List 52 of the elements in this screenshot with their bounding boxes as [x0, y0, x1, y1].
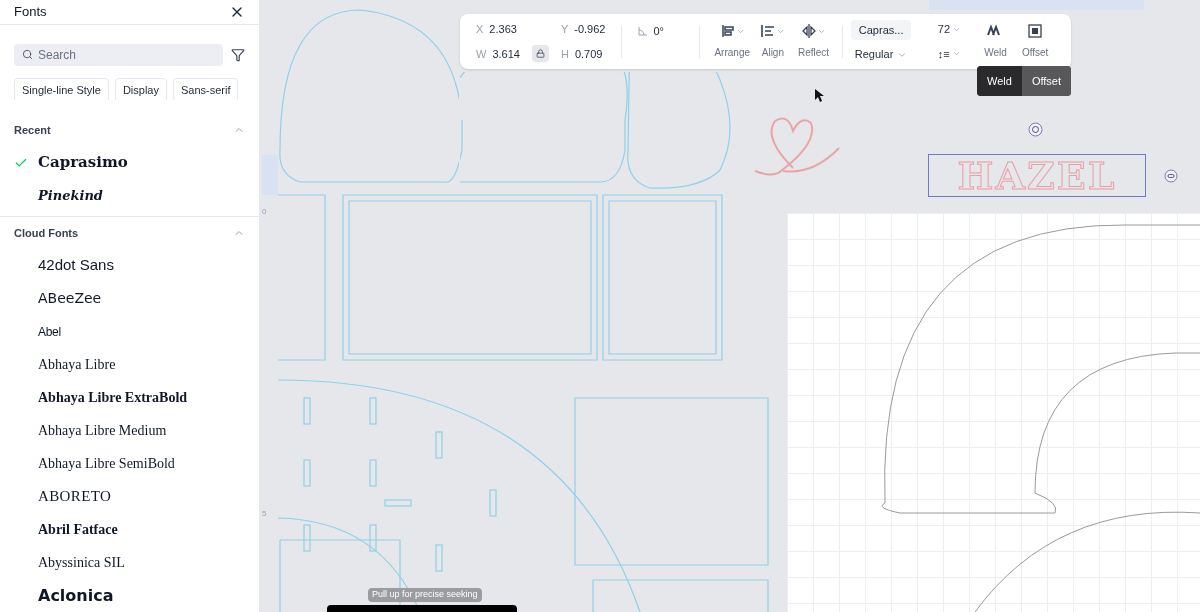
font-list-item[interactable]: Abhaya Libre	[0, 348, 259, 381]
offset-icon	[1027, 23, 1044, 39]
reflect-icon	[801, 23, 818, 39]
angle-icon	[638, 26, 648, 36]
lock-ratio-button[interactable]	[531, 45, 549, 63]
filter-chip[interactable]: Display	[114, 77, 167, 100]
rotate-handle-icon[interactable]	[1028, 122, 1043, 137]
scale-handle-icon[interactable]	[1164, 169, 1178, 183]
align-left-icon	[760, 23, 777, 39]
outlined-text: HAZEL	[957, 156, 1117, 195]
font-list-item[interactable]: Abhaya Libre SemiBold	[0, 447, 259, 480]
filter-chip[interactable]: Single-line Style	[14, 77, 109, 100]
font-dropdown[interactable]: Capras...	[850, 20, 912, 41]
font-list-item[interactable]: Abril Fatface	[0, 513, 259, 546]
ruler-label: 5	[262, 508, 267, 520]
toolbar-button[interactable]: Weld	[975, 23, 1016, 60]
section-title: Cloud Fonts	[14, 225, 79, 241]
section-title: Recent	[14, 122, 51, 138]
tooltip-segment: Offset	[1021, 66, 1072, 96]
ruler-label: 0	[262, 206, 267, 218]
size-dropdown[interactable]: 72	[937, 21, 976, 38]
font-list-item[interactable]: ABeeZee	[0, 282, 259, 315]
toolbar-button[interactable]: Offset	[1015, 23, 1055, 60]
font-list-item[interactable]: Abyssinica SIL	[0, 546, 259, 579]
font-list-item[interactable]: Pinekind	[0, 179, 259, 212]
font-list-item[interactable]: ABORETO	[0, 480, 259, 513]
height-field[interactable]: H 0.709	[560, 45, 606, 62]
toolbar-button[interactable]: Align	[752, 23, 794, 60]
tooltip-segment: Weld	[977, 66, 1022, 96]
selection-region	[262, 155, 278, 195]
search-field[interactable]: Search	[14, 43, 223, 66]
filter-chip[interactable]: Sans-serif	[172, 77, 239, 100]
layers-icon	[719, 23, 736, 39]
x-field[interactable]: X 2.363	[476, 20, 520, 38]
y-field[interactable]: Y -0.962	[560, 20, 606, 38]
toolbar-button[interactable]: Reflect	[793, 23, 834, 60]
search-icon	[22, 49, 33, 61]
style-dropdown[interactable]: Regular	[850, 46, 912, 63]
toolbar-button[interactable]: Arrange	[711, 23, 753, 60]
font-list-item[interactable]: Abhaya Libre Medium	[0, 414, 259, 447]
font-list-item[interactable]: 42dot Sans	[0, 249, 259, 282]
rotation-field[interactable]: 0°	[638, 23, 699, 40]
lock-icon	[535, 49, 545, 59]
font-list-item[interactable]: Aclonica	[0, 579, 259, 612]
font-list-item[interactable]: Abhaya Libre ExtraBold	[0, 381, 259, 414]
line-spacing-button[interactable]: ↕≡	[937, 45, 976, 62]
panel-title: Fonts	[14, 3, 47, 22]
cursor-icon	[814, 88, 824, 103]
width-field[interactable]: W 3.614	[476, 45, 520, 62]
filter-icon[interactable]	[231, 47, 245, 62]
video-hint: Pull up for precise seeking	[368, 588, 482, 602]
font-list-item[interactable]: Abel	[0, 315, 259, 348]
